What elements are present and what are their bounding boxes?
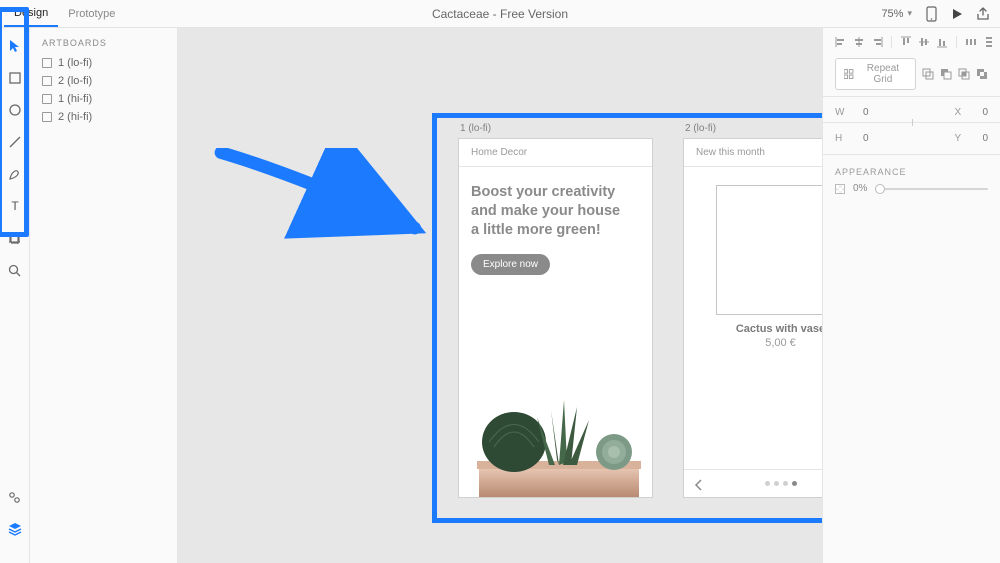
artboards-panel: ARTBOARDS 1 (lo-fi) 2 (lo-fi) 1 (hi-fi) … xyxy=(30,28,178,563)
artboard-item-label: 1 (hi-fi) xyxy=(58,93,92,105)
inspector-panel: Repeat Grid W 0 X 0 H 0 Y 0 APPEARANC xyxy=(822,28,1000,563)
phone-header-title: Home Decor xyxy=(471,147,527,158)
zoom-tool-icon[interactable] xyxy=(7,262,23,278)
mode-tabs: Design Prototype xyxy=(4,0,125,27)
tool-column: T xyxy=(0,28,30,563)
align-left-icon[interactable] xyxy=(835,36,847,48)
phone-frame: Home Decor Boost your creativity and mak… xyxy=(458,138,653,498)
artboard-2[interactable]: 2 (lo-fi) New this month ••• Cactus with… xyxy=(683,123,822,498)
y-value[interactable]: 0 xyxy=(982,133,988,144)
distribute-h-icon[interactable] xyxy=(965,36,977,48)
tab-design[interactable]: Design xyxy=(4,0,58,27)
artboard-icon xyxy=(42,58,52,68)
product-price: 5,00 € xyxy=(696,337,822,349)
artboard-item[interactable]: 1 (hi-fi) xyxy=(30,90,177,108)
artboard-item[interactable]: 1 (lo-fi) xyxy=(30,54,177,72)
align-hcenter-icon[interactable] xyxy=(853,36,865,48)
svg-text:T: T xyxy=(11,200,19,212)
artboard-icon xyxy=(42,76,52,86)
h-value[interactable]: 0 xyxy=(863,133,869,144)
artboards-header: ARTBOARDS xyxy=(30,38,177,54)
select-tool-icon[interactable] xyxy=(7,38,23,54)
annotation-arrow xyxy=(206,148,436,248)
pager-dots xyxy=(765,481,797,486)
opacity-value[interactable]: 0% xyxy=(853,183,867,194)
product-title: Cactus with vase xyxy=(696,323,822,335)
play-icon[interactable] xyxy=(950,7,964,21)
hero-title: Boost your creativity and make your hous… xyxy=(471,183,640,240)
artboard-1[interactable]: 1 (lo-fi) Home Decor Boost your creativi… xyxy=(458,123,653,498)
align-bottom-icon[interactable] xyxy=(936,36,948,48)
pen-tool-icon[interactable] xyxy=(7,166,23,182)
tab-prototype[interactable]: Prototype xyxy=(58,0,125,27)
prev-arrow-icon[interactable] xyxy=(694,478,706,490)
artboard-item-label: 2 (lo-fi) xyxy=(58,75,92,87)
w-label: W xyxy=(835,107,845,118)
zoom-control[interactable]: 75% ▾ xyxy=(881,8,912,20)
artboard-icon xyxy=(42,112,52,122)
artboard-tool-icon[interactable] xyxy=(7,230,23,246)
chevron-down-icon: ▾ xyxy=(907,8,912,19)
w-value[interactable]: 0 xyxy=(863,107,869,118)
assets-icon[interactable] xyxy=(7,489,23,505)
artboard-item-label: 2 (hi-fi) xyxy=(58,111,92,123)
device-preview-icon[interactable] xyxy=(924,7,938,21)
layers-icon[interactable] xyxy=(7,521,23,537)
boolean-add-icon[interactable] xyxy=(922,68,934,80)
line-tool-icon[interactable] xyxy=(7,134,23,150)
opacity-swatch-icon xyxy=(835,184,845,194)
h-label: H xyxy=(835,133,845,144)
text-tool-icon[interactable]: T xyxy=(7,198,23,214)
phone-frame: New this month ••• Cactus with vase 5,00… xyxy=(683,138,822,498)
phone-footer xyxy=(684,469,822,497)
appearance-header: APPEARANCE xyxy=(835,167,988,177)
boolean-exclude-icon[interactable] xyxy=(976,68,988,80)
opacity-slider[interactable] xyxy=(875,188,988,190)
x-value[interactable]: 0 xyxy=(982,107,988,118)
repeat-grid-label: Repeat Grid xyxy=(859,63,907,85)
y-label: Y xyxy=(954,133,964,144)
share-icon[interactable] xyxy=(976,7,990,21)
product-image-placeholder xyxy=(716,185,823,315)
plant-image xyxy=(459,347,652,497)
phone-header-title: New this month xyxy=(696,147,765,158)
artboard-item[interactable]: 2 (hi-fi) xyxy=(30,108,177,126)
phone-header: New this month ••• xyxy=(684,139,822,167)
align-icons-row xyxy=(835,36,988,48)
document-title: Cactaceae - Free Version xyxy=(432,7,568,21)
distribute-v-icon[interactable] xyxy=(983,36,995,48)
boolean-intersect-icon[interactable] xyxy=(958,68,970,80)
canvas[interactable]: 1 (lo-fi) Home Decor Boost your creativi… xyxy=(178,28,822,563)
boolean-subtract-icon[interactable] xyxy=(940,68,952,80)
zoom-value: 75% xyxy=(881,8,903,20)
align-vcenter-icon[interactable] xyxy=(918,36,930,48)
x-label: X xyxy=(954,107,964,118)
artboard-label: 2 (lo-fi) xyxy=(685,123,822,134)
topbar: Design Prototype Cactaceae - Free Versio… xyxy=(0,0,1000,28)
phone-header: Home Decor xyxy=(459,139,652,167)
ellipse-tool-icon[interactable] xyxy=(7,102,23,118)
artboard-icon xyxy=(42,94,52,104)
align-right-icon[interactable] xyxy=(871,36,883,48)
artboard-item[interactable]: 2 (lo-fi) xyxy=(30,72,177,90)
artboard-item-label: 1 (lo-fi) xyxy=(58,57,92,69)
repeat-grid-button[interactable]: Repeat Grid xyxy=(835,58,916,90)
rectangle-tool-icon[interactable] xyxy=(7,70,23,86)
align-top-icon[interactable] xyxy=(900,36,912,48)
artboard-label: 1 (lo-fi) xyxy=(460,123,653,134)
explore-button[interactable]: Explore now xyxy=(471,254,550,275)
